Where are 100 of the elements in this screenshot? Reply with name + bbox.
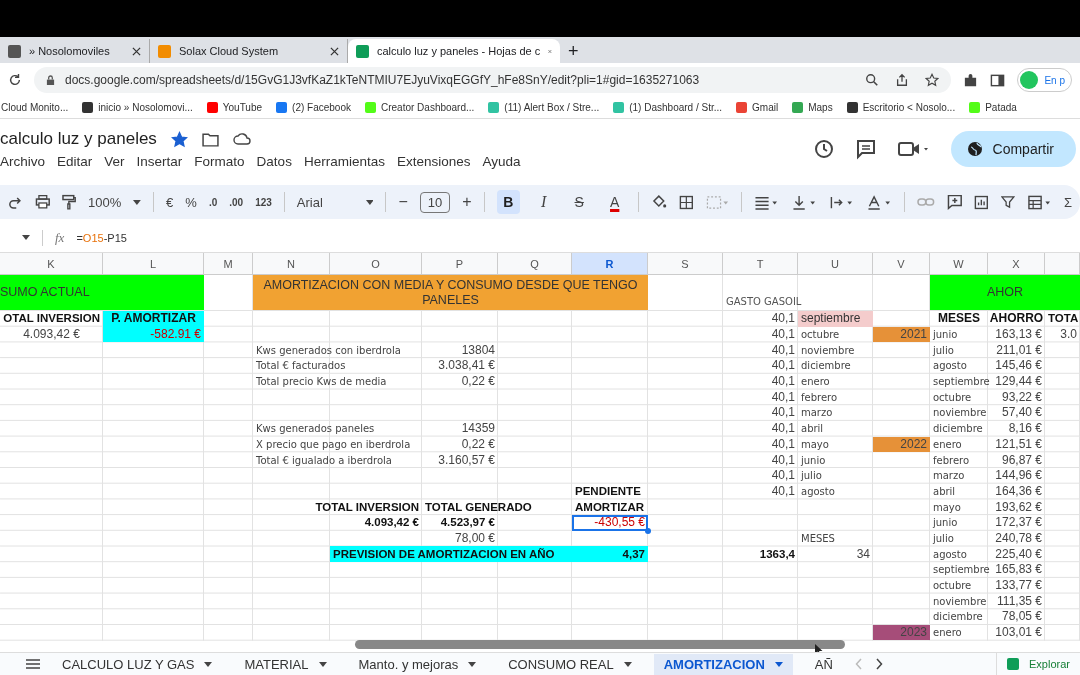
cell-value: 40,1 — [770, 467, 796, 484]
column-header[interactable]: V — [873, 253, 930, 275]
zoom-dropdown[interactable]: 100% — [88, 194, 122, 210]
number-format-button[interactable]: 123 — [255, 196, 272, 208]
text-rotation-icon[interactable] — [866, 194, 892, 210]
fill-handle[interactable] — [645, 527, 651, 534]
paint-format-icon[interactable] — [62, 194, 77, 210]
print-icon[interactable] — [34, 194, 51, 210]
sheet-tab[interactable]: CONSUMO REAL — [498, 653, 642, 675]
sheet-tab[interactable]: AMORTIZACION — [653, 653, 793, 675]
history-icon[interactable] — [812, 138, 835, 160]
menu-item[interactable]: Archivo — [0, 154, 45, 169]
close-icon[interactable] — [132, 46, 141, 56]
reload-icon[interactable] — [8, 73, 22, 87]
font-size-field[interactable]: 10 — [419, 191, 451, 213]
bookmark-link[interactable]: Cloud Monito... — [1, 102, 69, 113]
bookmark-link[interactable]: (1) Dashboard / Str... — [613, 102, 723, 113]
currency-button[interactable]: € — [166, 194, 174, 210]
scrollbar-thumb[interactable] — [355, 640, 845, 650]
share-button[interactable]: Compartir — [950, 131, 1076, 167]
menu-item[interactable]: Datos — [256, 154, 292, 169]
menu-item[interactable]: Insertar — [136, 154, 183, 169]
caret-icon[interactable] — [468, 661, 477, 667]
caret-icon[interactable] — [22, 235, 30, 240]
cell-value: 93,22 € — [1000, 389, 1043, 406]
explore-button[interactable]: Explorar — [996, 653, 1080, 675]
caret-icon[interactable] — [133, 199, 142, 205]
column-header[interactable]: T — [723, 253, 798, 275]
folder-icon[interactable] — [201, 131, 219, 147]
bookmark-link[interactable]: Maps — [792, 102, 833, 113]
menu-item[interactable]: Editar — [57, 154, 93, 169]
bookmark-link[interactable]: (2) Facebook — [276, 102, 351, 113]
bookmark-link[interactable]: (11) Alert Box / Stre... — [488, 102, 600, 113]
zoom-icon[interactable] — [865, 73, 880, 87]
cell-text: noviembre — [932, 594, 988, 609]
cell-value: TOTAL INVERSION — [314, 499, 420, 515]
cell-value: 0,22 € — [460, 373, 496, 390]
star-icon[interactable] — [170, 130, 188, 148]
document-title[interactable]: calculo luz y paneles — [0, 129, 157, 149]
filter-icon[interactable] — [1000, 195, 1015, 209]
address-bar[interactable]: docs.google.com/spreadsheets/d/15GvG1J3vfKaZ1kTeNTMIU7EJyuVixqEGGfY_hFe8SnY/edit?pli=1#gid=1635271063 — [34, 67, 952, 93]
decrease-decimal-button[interactable]: .0 — [208, 196, 218, 208]
cell-text: junio — [932, 516, 959, 531]
italic-button[interactable]: I — [532, 190, 556, 214]
browser-tab[interactable]: » Nosolomoviles — [0, 39, 150, 63]
menu-item[interactable]: Extensiones — [396, 154, 471, 169]
text-color-button[interactable]: A — [602, 190, 627, 214]
chevron-right-icon[interactable] — [874, 658, 883, 670]
increase-size-button[interactable]: + — [462, 193, 472, 211]
caret-icon[interactable] — [365, 199, 374, 205]
formula-field[interactable]: =O15-P15 — [76, 231, 127, 244]
column-header[interactable]: R — [572, 253, 648, 275]
cell-text: octubre — [800, 328, 841, 343]
sheet-tab[interactable]: Manto. y mejoras — [348, 653, 487, 675]
column-header[interactable]: U — [798, 253, 873, 275]
sheet-tab[interactable]: AÑ — [804, 653, 843, 675]
bookmark-link[interactable]: inicio » Nosolomovi... — [82, 102, 193, 113]
bookmark-link[interactable]: Patada — [969, 102, 1017, 113]
caret-icon[interactable] — [204, 661, 213, 667]
close-icon[interactable] — [330, 46, 339, 56]
menu-item[interactable]: Ver — [104, 154, 125, 169]
sheet-tab[interactable]: CALCULO LUZ Y GAS — [52, 653, 223, 675]
percent-button[interactable]: % — [185, 194, 197, 210]
add-comment-icon[interactable] — [946, 194, 963, 210]
new-tab-button[interactable]: + — [560, 39, 587, 63]
menu-icon[interactable] — [26, 658, 40, 670]
cell-text: octubre — [932, 390, 973, 405]
column-header[interactable]: S — [648, 253, 723, 275]
menu-item[interactable]: Formato — [194, 154, 245, 169]
bold-button[interactable]: B — [496, 190, 520, 214]
share-icon[interactable] — [895, 73, 910, 87]
sum-button[interactable]: Σ — [1064, 194, 1073, 210]
decrease-size-button[interactable]: − — [398, 193, 408, 211]
caret-icon[interactable] — [774, 661, 783, 667]
comment-icon[interactable] — [854, 138, 877, 160]
sheet-tab[interactable]: MATERIAL — [234, 653, 337, 675]
cloud-icon[interactable] — [232, 132, 251, 146]
video-camera-icon[interactable] — [896, 139, 931, 159]
browser-tab[interactable]: calculo luz y paneles - Hojas de c — [348, 39, 560, 63]
caret-icon[interactable] — [623, 661, 632, 667]
menu-item[interactable]: Herramientas — [303, 154, 385, 169]
bookmark-link[interactable]: Gmail — [736, 102, 779, 113]
menu-item[interactable]: Ayuda — [482, 154, 521, 169]
font-dropdown[interactable]: Arial — [296, 194, 354, 210]
header-cell-text: PENDIENTE — [574, 483, 642, 499]
function-label: fx — [55, 229, 65, 246]
browser-tab[interactable]: Solax Cloud System — [150, 39, 348, 63]
borders-icon[interactable] — [679, 194, 694, 210]
bookmark-link[interactable]: YouTube — [206, 102, 263, 113]
paint-bucket-icon[interactable] — [651, 194, 668, 210]
bookmark-link[interactable]: Creator Dashboard... — [364, 102, 475, 113]
increase-decimal-button[interactable]: .00 — [229, 196, 244, 208]
caret-icon[interactable] — [318, 661, 327, 667]
header-cell-text: MESES — [937, 311, 981, 327]
bookmark-link[interactable]: Escritorio < Nosolo... — [846, 102, 956, 113]
column-header[interactable]: M — [204, 253, 253, 275]
strikethrough-button[interactable]: S — [567, 190, 591, 214]
sidebar-icon[interactable] — [990, 72, 1006, 88]
star-icon[interactable] — [925, 73, 940, 87]
chart-icon[interactable] — [974, 194, 989, 210]
